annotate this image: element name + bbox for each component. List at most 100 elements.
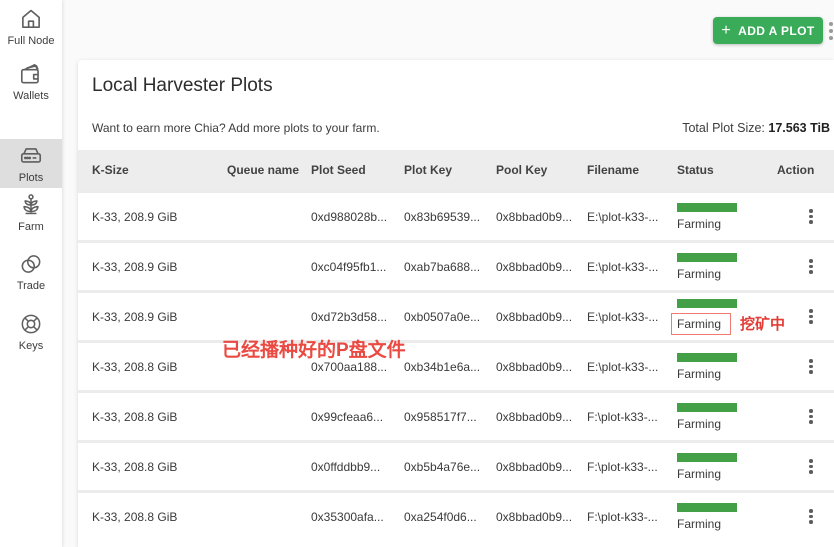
cell-filename: F:\plot-k33-... [587, 410, 677, 424]
cell-pool-key: 0x8bbad0b9... [496, 510, 587, 524]
subtitle: Want to earn more Chia? Add more plots t… [92, 121, 380, 135]
row-actions-button[interactable] [777, 505, 834, 528]
status-label: Farming [671, 313, 731, 335]
sidebar-item-full-node[interactable]: Full Node [0, 6, 62, 54]
table-header-row: K-Size Queue name Plot Seed Plot Key Poo… [78, 150, 834, 190]
cell-pool-key: 0x8bbad0b9... [496, 310, 587, 324]
row-actions-button[interactable] [777, 405, 834, 428]
cell-filename: E:\plot-k33-... [587, 210, 677, 224]
sidebar-item-keys[interactable]: Keys [0, 311, 62, 361]
cell-plot-seed: 0x35300afa... [311, 510, 404, 524]
cell-k-size: K-33, 208.9 GiB [92, 260, 227, 274]
column-header-k-size: K-Size [92, 163, 227, 177]
kebab-icon [805, 405, 817, 428]
row-actions-button[interactable] [777, 255, 834, 278]
wheel-icon [18, 311, 44, 337]
status-label: Farming [677, 267, 721, 281]
add-a-plot-button[interactable]: + ADD A PLOT [713, 17, 823, 44]
toolbar-kebab-icon[interactable] [829, 22, 833, 40]
kebab-icon [805, 355, 817, 378]
cell-plot-key: 0xa254f0d6... [404, 510, 496, 524]
cell-k-size: K-33, 208.8 GiB [92, 460, 227, 474]
farming-progress-bar [677, 503, 737, 512]
farming-progress-bar [677, 453, 737, 462]
total-plot-size: Total Plot Size: 17.563 TiB [682, 121, 830, 135]
sidebar-item-label: Wallets [13, 90, 49, 102]
kebab-icon [805, 205, 817, 228]
cell-k-size: K-33, 208.8 GiB [92, 510, 227, 524]
row-actions-button[interactable] [777, 205, 834, 228]
plots-table-body: K-33, 208.9 GiB 0xd988028b... 0x83b69539… [78, 190, 834, 540]
column-header-filename: Filename [587, 163, 677, 177]
kebab-icon [805, 505, 817, 528]
row-actions-button[interactable] [777, 305, 834, 328]
sidebar-item-wallets[interactable]: Wallets [0, 61, 62, 111]
sidebar-item-label: Farm [18, 221, 44, 233]
cell-filename: F:\plot-k33-... [587, 460, 677, 474]
farming-progress-bar [677, 353, 737, 362]
status-label: Farming [677, 517, 721, 531]
cell-status: Farming [677, 453, 777, 481]
cell-filename: E:\plot-k33-... [587, 360, 677, 374]
table-row: K-33, 208.8 GiB 0x99cfeaa6... 0x958517f7… [78, 390, 834, 440]
cell-plot-seed: 0xc04f95fb1... [311, 260, 404, 274]
row-actions-button[interactable] [777, 355, 834, 378]
sidebar: Full Node Wallets Plots [0, 0, 62, 547]
local-harvester-plots-card: Local Harvester Plots Want to earn more … [78, 60, 834, 547]
table-row: K-33, 208.8 GiB 0x35300afa... 0xa254f0d6… [78, 490, 834, 540]
cell-plot-key: 0x83b69539... [404, 210, 496, 224]
kebab-icon [805, 455, 817, 478]
cell-plot-key: 0xb0507a0e... [404, 310, 496, 324]
page-title: Local Harvester Plots [92, 75, 273, 97]
cell-plot-key: 0xb34b1e6a... [404, 360, 496, 374]
column-header-action: Action [777, 163, 834, 177]
table-row: K-33, 208.9 GiB 0xd72b3d58... 0xb0507a0e… [78, 290, 834, 340]
sidebar-item-plots[interactable]: Plots [0, 139, 62, 188]
sidebar-item-label: Full Node [7, 35, 54, 47]
farming-progress-bar [677, 403, 737, 412]
cell-k-size: K-33, 208.9 GiB [92, 210, 227, 224]
cell-status: Farming 挖矿中 [677, 299, 777, 335]
status-label: Farming [677, 467, 721, 481]
cell-k-size: K-33, 208.8 GiB [92, 410, 227, 424]
cell-pool-key: 0x8bbad0b9... [496, 210, 587, 224]
farming-progress-bar [677, 203, 737, 212]
wallet-icon [18, 61, 44, 87]
cell-pool-key: 0x8bbad0b9... [496, 360, 587, 374]
cell-status: Farming [677, 253, 777, 281]
sidebar-item-trade[interactable]: Trade [0, 251, 62, 300]
plant-icon [18, 192, 44, 218]
home-icon [18, 6, 44, 32]
table-row: K-33, 208.9 GiB 0xd988028b... 0x83b69539… [78, 190, 834, 240]
cell-plot-seed: 0x0ffddbb9... [311, 460, 404, 474]
total-plot-size-value: 17.563 TiB [768, 121, 830, 135]
column-header-plot-seed: Plot Seed [311, 163, 404, 177]
farming-progress-bar [677, 299, 737, 308]
status-label: Farming [677, 367, 721, 381]
cell-plot-seed: 0x99cfeaa6... [311, 410, 404, 424]
cell-plot-seed: 0xd988028b... [311, 210, 404, 224]
cell-filename: E:\plot-k33-... [587, 310, 677, 324]
trade-circles-icon [18, 251, 44, 277]
kebab-icon [805, 255, 817, 278]
column-header-plot-key: Plot Key [404, 163, 496, 177]
cell-pool-key: 0x8bbad0b9... [496, 460, 587, 474]
cell-status: Farming [677, 503, 777, 531]
cell-filename: E:\plot-k33-... [587, 260, 677, 274]
farming-progress-bar [677, 253, 737, 262]
cell-pool-key: 0x8bbad0b9... [496, 410, 587, 424]
sidebar-item-label: Keys [19, 340, 43, 352]
sidebar-item-label: Plots [19, 172, 43, 184]
row-actions-button[interactable] [777, 455, 834, 478]
drive-icon [18, 143, 44, 169]
cell-plot-seed: 0xd72b3d58... [311, 310, 404, 324]
cell-pool-key: 0x8bbad0b9... [496, 260, 587, 274]
table-row: K-33, 208.9 GiB 0xc04f95fb1... 0xab7ba68… [78, 240, 834, 290]
kebab-icon [805, 305, 817, 328]
table-row: K-33, 208.8 GiB 0x0ffddbb9... 0xb5b4a76e… [78, 440, 834, 490]
cell-k-size: K-33, 208.8 GiB [92, 360, 227, 374]
cell-plot-key: 0xb5b4a76e... [404, 460, 496, 474]
sidebar-item-farm[interactable]: Farm [0, 192, 62, 242]
cell-filename: F:\plot-k33-... [587, 510, 677, 524]
cell-plot-key: 0xab7ba688... [404, 260, 496, 274]
